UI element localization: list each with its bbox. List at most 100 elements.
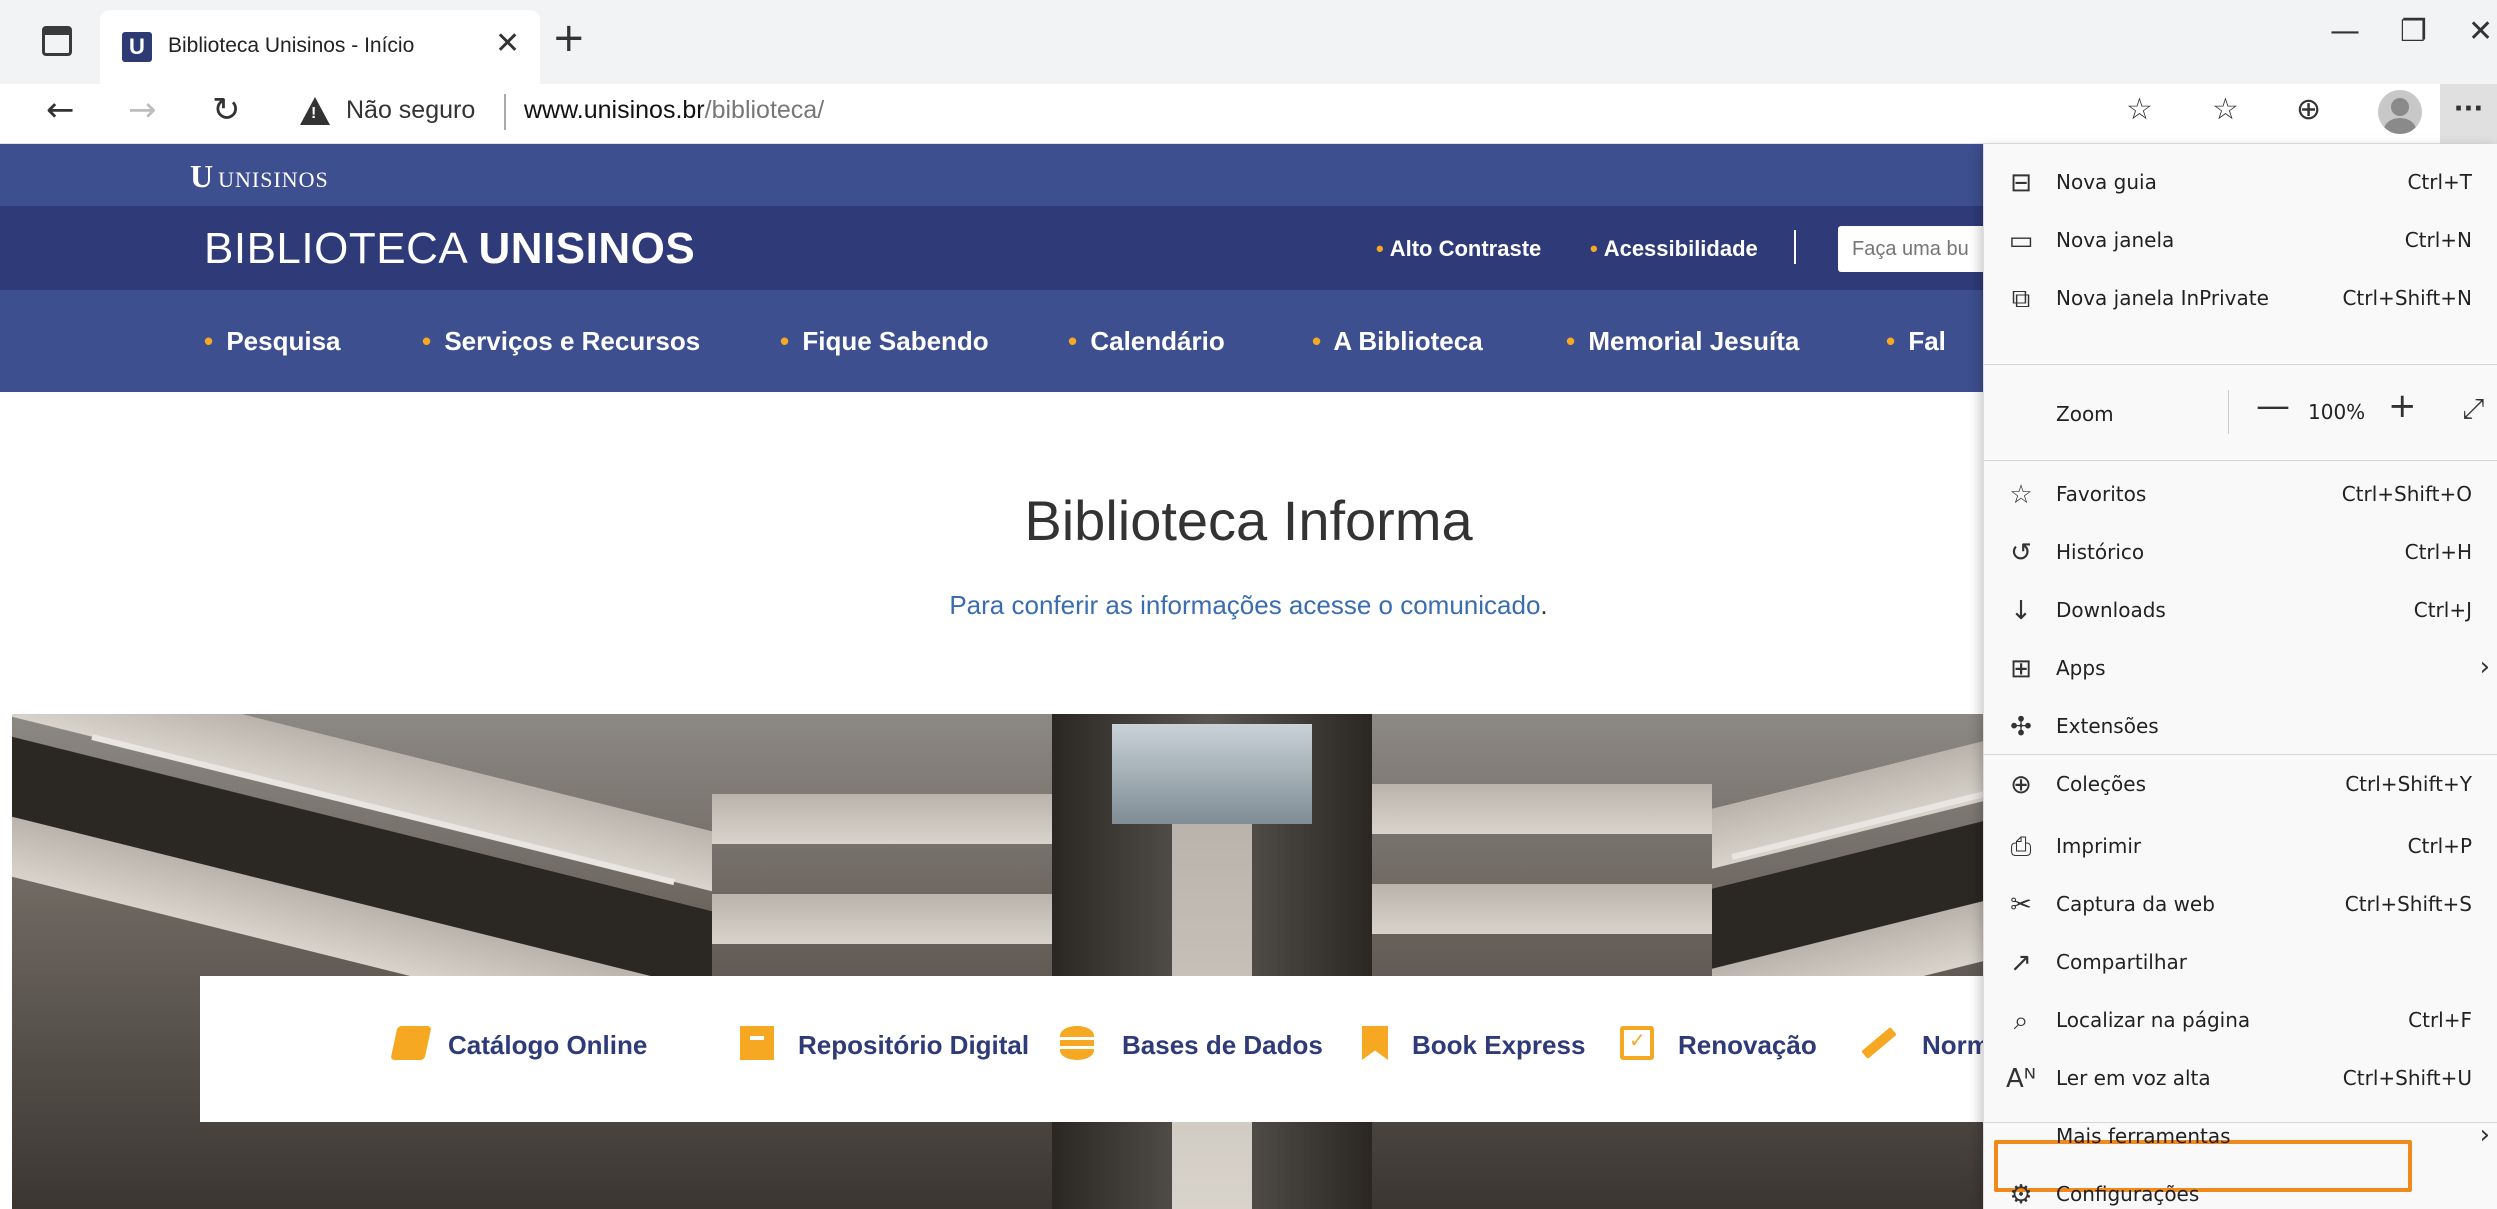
menu-item-label: Compartilhar	[2056, 950, 2187, 974]
extensions-icon: ✣	[2010, 712, 2032, 742]
menu-item-ler-em-voz-alta[interactable]: Aᴺ Ler em voz alta Ctrl+Shift+U	[1984, 1050, 2497, 1108]
hero-floor	[712, 794, 1052, 844]
apps-icon: ⊞	[2010, 654, 2032, 684]
address-separator	[504, 94, 506, 130]
menu-item-captura-da-web[interactable]: ✂ Captura da web Ctrl+Shift+S	[1984, 876, 2497, 934]
add-favorite-icon[interactable]: ☆	[2126, 92, 2153, 127]
library-brand[interactable]: BIBLIOTECA UNISINOS	[204, 224, 695, 274]
zoom-in-button[interactable]: +	[2388, 386, 2417, 426]
menu-item-favoritos[interactable]: ☆ Favoritos Ctrl+Shift+O	[1984, 466, 2497, 524]
norms-link[interactable]: Norm	[1922, 1030, 1990, 1061]
menu-item-localizar-na-pagina[interactable]: ⌕ Localizar na página Ctrl+F	[1984, 992, 2497, 1050]
header-separator	[1794, 230, 1796, 264]
hero-floor	[1372, 784, 1712, 834]
zoom-out-button[interactable]: —	[2256, 386, 2290, 426]
hero-floor	[712, 894, 1052, 944]
settings-menu: Zoom — 100% + ⤢ ⊟ Nova guia Ctrl+T ▭ Nova ja…	[1983, 144, 2497, 1209]
favicon-icon: U	[122, 32, 152, 62]
menu-item-compartilhar[interactable]: ↗ Compartilhar	[1984, 934, 2497, 992]
tab-actions-icon[interactable]	[42, 26, 72, 56]
menu-item-shortcut: Ctrl+Shift+U	[2342, 1066, 2472, 1090]
new-tab-icon: ⊟	[2010, 168, 2032, 198]
databases-link[interactable]: Bases de Dados	[1122, 1030, 1323, 1061]
pencil-icon	[1861, 1026, 1897, 1060]
menu-item-shortcut: Ctrl+P	[2407, 834, 2472, 858]
nav-calendario[interactable]: • Calendário	[1068, 326, 1225, 357]
menu-item-nova-janela[interactable]: ▭ Nova janela Ctrl+N	[1984, 212, 2497, 270]
refresh-icon[interactable]: ↻	[212, 90, 241, 130]
read-aloud-icon: Aᴺ	[2006, 1064, 2037, 1094]
hero-image	[12, 714, 2312, 1209]
zoom-row: Zoom — 100% + ⤢	[1984, 378, 2497, 446]
url-host: www.unisinos.br	[524, 96, 705, 124]
new-tab-icon[interactable]: +	[552, 18, 586, 58]
forward-icon[interactable]: →	[128, 90, 157, 130]
brand-bold: UNISINOS	[478, 224, 696, 273]
tab-close-icon[interactable]: ✕	[495, 26, 520, 61]
book-express-link[interactable]: Book Express	[1412, 1030, 1585, 1061]
menu-item-extensoes[interactable]: ✣ Extensões	[1984, 698, 2497, 756]
history-icon: ↺	[2010, 538, 2032, 568]
nav-a-biblioteca[interactable]: • A Biblioteca	[1312, 326, 1483, 357]
menu-item-label: Localizar na página	[2056, 1008, 2251, 1032]
new-window-icon: ▭	[2008, 226, 2034, 256]
menu-divider	[1984, 460, 2497, 461]
nav-servicos[interactable]: • Serviços e Recursos	[422, 326, 700, 357]
renewal-link[interactable]: Renovação	[1678, 1030, 1817, 1061]
brand-light: BIBLIOTECA	[204, 224, 479, 273]
not-secure-label[interactable]: Não seguro	[346, 96, 475, 125]
restore-icon[interactable]: ❐	[2400, 14, 2427, 49]
back-icon[interactable]: ←	[46, 90, 75, 130]
chevron-right-icon: ›	[2479, 652, 2490, 682]
url-field[interactable]: www.unisinos.br/biblioteca/	[524, 96, 824, 125]
nav-memorial[interactable]: • Memorial Jesuíta	[1566, 326, 1799, 357]
menu-item-label: Extensões	[2056, 714, 2159, 738]
fullscreen-icon[interactable]: ⤢	[2462, 392, 2484, 426]
menu-item-label: Captura da web	[2056, 892, 2215, 916]
database-icon	[1060, 1026, 1094, 1060]
logo-mark-icon: U	[190, 158, 215, 194]
menu-item-imprimir[interactable]: ⎙ Imprimir Ctrl+P	[1984, 818, 2497, 876]
favorites-bar-icon[interactable]: ☆	[2212, 92, 2239, 127]
menu-item-mais-ferramentas[interactable]: Mais ferramentas ›	[1984, 1108, 2497, 1166]
warning-icon[interactable]	[300, 97, 330, 125]
menu-item-shortcut: Ctrl+T	[2407, 170, 2472, 194]
menu-item-colecoes[interactable]: ⊕ Coleções Ctrl+Shift+Y	[1984, 756, 2497, 814]
nav-fale[interactable]: • Fal	[1886, 326, 1946, 357]
favorites-icon: ☆	[2009, 480, 2033, 510]
close-window-icon[interactable]: ✕	[2468, 14, 2493, 49]
menu-item-label: Ler em voz alta	[2056, 1066, 2211, 1090]
collections-icon: ⊕	[2010, 770, 2032, 800]
menu-item-label: Histórico	[2056, 540, 2145, 564]
menu-item-nova-guia[interactable]: ⊟ Nova guia Ctrl+T	[1984, 154, 2497, 212]
nav-fique-sabendo[interactable]: • Fique Sabendo	[780, 326, 989, 357]
menu-item-configuracoes[interactable]: ⚙ Configurações	[1984, 1166, 2497, 1209]
profile-avatar[interactable]	[2378, 90, 2422, 134]
catalog-online-link[interactable]: Catálogo Online	[448, 1030, 647, 1061]
menu-item-shortcut: Ctrl+Shift+S	[2344, 892, 2472, 916]
menu-item-nova-janela-inprivate[interactable]: ⧉ Nova janela InPrivate Ctrl+Shift+N	[1984, 270, 2497, 328]
menu-item-label: Mais ferramentas	[2056, 1124, 2231, 1148]
accessibility-link[interactable]: • Acessibilidade	[1590, 236, 1758, 262]
nav-pesquisa[interactable]: • Pesquisa	[204, 326, 341, 357]
settings-and-more-button[interactable]: ···	[2440, 84, 2497, 144]
hero-floor	[1372, 884, 1712, 934]
menu-item-historico[interactable]: ↺ Histórico Ctrl+H	[1984, 524, 2497, 582]
digital-repository-link[interactable]: Repositório Digital	[798, 1030, 1029, 1061]
minimize-icon[interactable]: —	[2330, 14, 2360, 49]
high-contrast-link[interactable]: • Alto Contraste	[1376, 236, 1541, 262]
menu-item-shortcut: Ctrl+J	[2413, 598, 2472, 622]
browser-tab[interactable]: U Biblioteca Unisinos - Início ✕	[100, 10, 540, 84]
menu-item-downloads[interactable]: ↓ Downloads Ctrl+J	[1984, 582, 2497, 640]
menu-item-label: Coleções	[2056, 772, 2147, 796]
menu-item-shortcut: Ctrl+F	[2408, 1008, 2472, 1032]
url-path: /biblioteca/	[704, 96, 825, 124]
collections-icon[interactable]: ⊕	[2296, 92, 2321, 127]
unisinos-logo[interactable]: U UNISINOS	[190, 158, 329, 195]
communique-link[interactable]: Para conferir as informações acesse o co…	[949, 590, 1540, 620]
logo-text: UNISINOS	[218, 167, 329, 192]
menu-item-shortcut: Ctrl+N	[2404, 228, 2472, 252]
web-capture-icon: ✂	[2010, 890, 2032, 920]
menu-item-apps[interactable]: ⊞ Apps ›	[1984, 640, 2497, 698]
repository-icon	[740, 1026, 774, 1060]
